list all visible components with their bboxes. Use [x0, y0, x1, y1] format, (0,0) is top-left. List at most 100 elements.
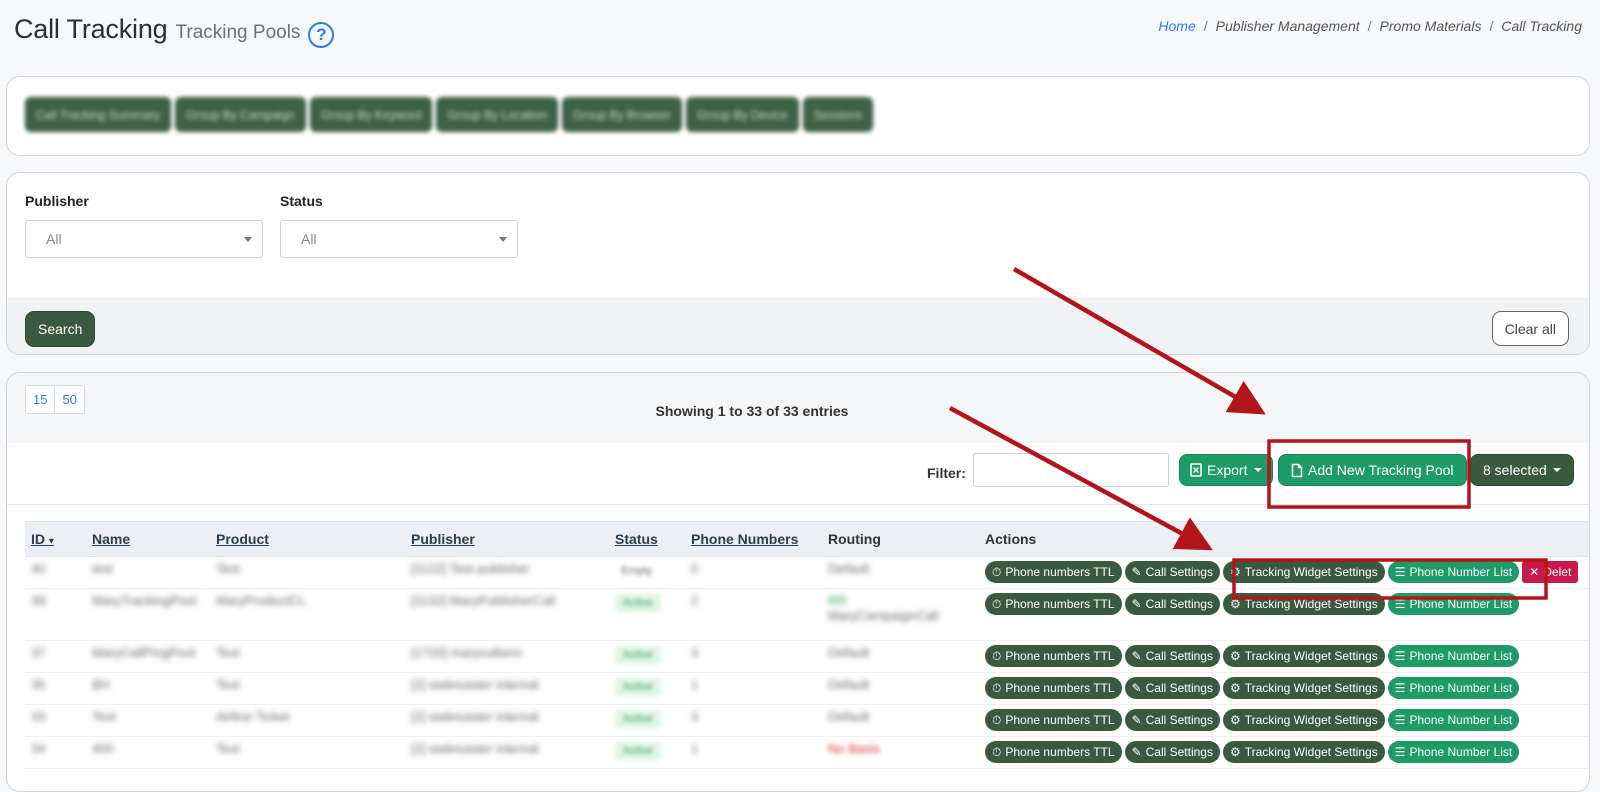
cell-actions: ⏱ Phone numbers TTL ✎ Call Settings ⚙ Trackin… [979, 736, 1589, 769]
filter-input[interactable] [973, 453, 1169, 487]
phone-number-list-button[interactable]: ☰ Phone Number List [1387, 741, 1520, 763]
phone-number-list-button[interactable]: ☰ Phone Number List [1387, 645, 1520, 667]
publisher-filter-label: Publisher [25, 193, 89, 209]
cell-actions: ⏱ Phone numbers TTL ✎ Call Settings ⚙ Trackin… [979, 588, 1589, 641]
clear-all-button[interactable]: Clear all [1491, 311, 1569, 346]
nav-sessions-button[interactable]: Sessions [802, 97, 874, 132]
file-excel-icon [1190, 463, 1202, 477]
column-header-actions: Actions [979, 521, 1589, 557]
cell-status: Active [609, 640, 685, 673]
table-row: 40 test Test [1122] Test publisher Empty… [25, 556, 1589, 589]
export-button[interactable]: Export [1179, 454, 1274, 486]
tracking-widget-settings-label: Tracking Widget Settings [1244, 745, 1378, 759]
call-settings-label: Call Settings [1145, 565, 1213, 579]
cell-phone-numbers: 3 [685, 640, 822, 673]
list-icon: ☰ [1394, 713, 1406, 727]
filters-card: Publisher All Status All Search Clear al… [6, 172, 1590, 355]
breadcrumb-promo-materials: Promo Materials [1379, 18, 1482, 34]
nav-group-by-browser-button[interactable]: Group By Browser [561, 97, 682, 132]
nav-group-by-location-button[interactable]: Group By Location [436, 97, 558, 132]
cell-status: Active [609, 588, 685, 641]
tracking-widget-settings-label: Tracking Widget Settings [1244, 565, 1378, 579]
breadcrumb-home-link[interactable]: Home [1158, 18, 1195, 34]
cell-actions: ⏱ Phone numbers TTL ✎ Call Settings ⚙ Trackin… [979, 672, 1589, 705]
help-icon[interactable]: ? [308, 22, 335, 48]
tracking-pools-table: ID ▾ Name Product Publisher Status Phone… [25, 521, 1589, 769]
phone-numbers-ttl-label: Phone numbers TTL [1005, 745, 1115, 759]
call-settings-button[interactable]: ✎ Call Settings [1124, 561, 1220, 583]
nav-group-by-campaign-button[interactable]: Group By Campaign [175, 97, 306, 132]
call-settings-label: Call Settings [1145, 649, 1213, 663]
phone-numbers-ttl-button[interactable]: ⏱ Phone numbers TTL [985, 645, 1122, 667]
phone-numbers-ttl-button[interactable]: ⏱ Phone numbers TTL [985, 561, 1122, 583]
column-header-phone-numbers[interactable]: Phone Numbers [685, 521, 822, 557]
pencil-icon: ✎ [1131, 597, 1142, 611]
list-icon: ☰ [1394, 745, 1406, 759]
call-settings-button[interactable]: ✎ Call Settings [1124, 645, 1220, 667]
cell-name: test [86, 556, 210, 589]
page-subtitle: Tracking Pools [175, 22, 301, 43]
phone-numbers-ttl-button[interactable]: ⏱ Phone numbers TTL [985, 741, 1122, 763]
phone-number-list-button[interactable]: ☰ Phone Number List [1387, 561, 1520, 583]
call-settings-button[interactable]: ✎ Call Settings [1124, 677, 1220, 699]
publisher-select[interactable]: All [25, 220, 263, 258]
call-settings-button[interactable]: ✎ Call Settings [1124, 593, 1220, 615]
phone-number-list-label: Phone Number List [1409, 649, 1513, 663]
nav-group-by-keyword-button[interactable]: Group By Keyword [309, 97, 433, 132]
column-header-status[interactable]: Status [609, 521, 685, 557]
nav-call-tracking-summary-button[interactable]: Call Tracking Summary [25, 97, 172, 132]
tracking-widget-settings-button[interactable]: ⚙ Tracking Widget Settings [1222, 561, 1385, 583]
status-select[interactable]: All [280, 220, 518, 258]
phone-number-list-button[interactable]: ☰ Phone Number List [1387, 593, 1520, 615]
column-header-id-label: ID [31, 531, 45, 547]
stopwatch-icon: ⏱ [992, 712, 1002, 727]
status-filter-label: Status [280, 193, 323, 209]
delete-button[interactable]: ✕ Delet [1522, 561, 1579, 583]
column-header-id[interactable]: ID ▾ [25, 521, 86, 557]
phone-number-list-button[interactable]: ☰ Phone Number List [1387, 677, 1520, 699]
tracking-widget-settings-label: Tracking Widget Settings [1244, 597, 1378, 611]
cell-name: BH [86, 672, 210, 705]
filter-label: Filter: [927, 465, 966, 481]
cell-routing: Default [822, 640, 979, 673]
cell-actions: ⏱ Phone numbers TTL ✎ Call Settings ⚙ Trackin… [979, 556, 1589, 589]
table-row: 37 MaryCallPingPool Test [1720] maryculb… [25, 640, 1589, 673]
cell-name: MaryTrackingPool [86, 588, 210, 641]
phone-numbers-ttl-label: Phone numbers TTL [1005, 681, 1115, 695]
tracking-widget-settings-button[interactable]: ⚙ Tracking Widget Settings [1222, 593, 1385, 615]
call-settings-button[interactable]: ✎ Call Settings [1124, 741, 1220, 763]
nav-group-by-device-button[interactable]: Group By Device [685, 97, 799, 132]
phone-numbers-ttl-button[interactable]: ⏱ Phone numbers TTL [985, 593, 1122, 615]
column-header-publisher[interactable]: Publisher [405, 521, 609, 557]
cell-product: Test [210, 556, 405, 589]
cell-product: MaryProductCL [210, 588, 405, 641]
table-header-row: ID ▾ Name Product Publisher Status Phone… [25, 521, 1589, 557]
column-header-product[interactable]: Product [210, 521, 405, 557]
cell-routing: Default [822, 672, 979, 705]
search-button[interactable]: Search [25, 311, 96, 347]
call-settings-button[interactable]: ✎ Call Settings [1124, 709, 1220, 731]
column-header-routing: Routing [822, 521, 979, 557]
add-new-tracking-pool-button[interactable]: Add New Tracking Pool [1278, 454, 1467, 486]
breadcrumb-separator: / [1203, 18, 1208, 34]
phone-numbers-ttl-button[interactable]: ⏱ Phone numbers TTL [985, 677, 1122, 699]
status-badge: Active [615, 678, 661, 696]
cell-id: 35 [25, 672, 86, 705]
table-toolbar: Filter: Export Add New Tracking Pool 8 s… [7, 443, 1589, 505]
column-header-name[interactable]: Name [86, 521, 210, 557]
status-badge: Empty [621, 565, 653, 577]
columns-selected-label: 8 selected [1483, 462, 1547, 478]
call-settings-label: Call Settings [1145, 681, 1213, 695]
tracking-widget-settings-button[interactable]: ⚙ Tracking Widget Settings [1222, 645, 1385, 667]
table-top-bar: 15 50 Showing 1 to 33 of 33 entries [7, 373, 1589, 443]
cell-routing: No Basis [822, 736, 979, 769]
table-row: 35 BH Test [2] webmaster internal Active… [25, 672, 1589, 705]
table-row: 39 MaryTrackingPool MaryProductCL [1132]… [25, 588, 1589, 641]
list-icon: ☰ [1394, 565, 1406, 579]
tracking-widget-settings-button[interactable]: ⚙ Tracking Widget Settings [1222, 709, 1385, 731]
phone-number-list-button[interactable]: ☰ Phone Number List [1387, 709, 1520, 731]
tracking-widget-settings-button[interactable]: ⚙ Tracking Widget Settings [1222, 677, 1385, 699]
phone-numbers-ttl-button[interactable]: ⏱ Phone numbers TTL [985, 709, 1122, 731]
tracking-widget-settings-button[interactable]: ⚙ Tracking Widget Settings [1222, 741, 1385, 763]
columns-selected-dropdown[interactable]: 8 selected [1470, 454, 1574, 486]
